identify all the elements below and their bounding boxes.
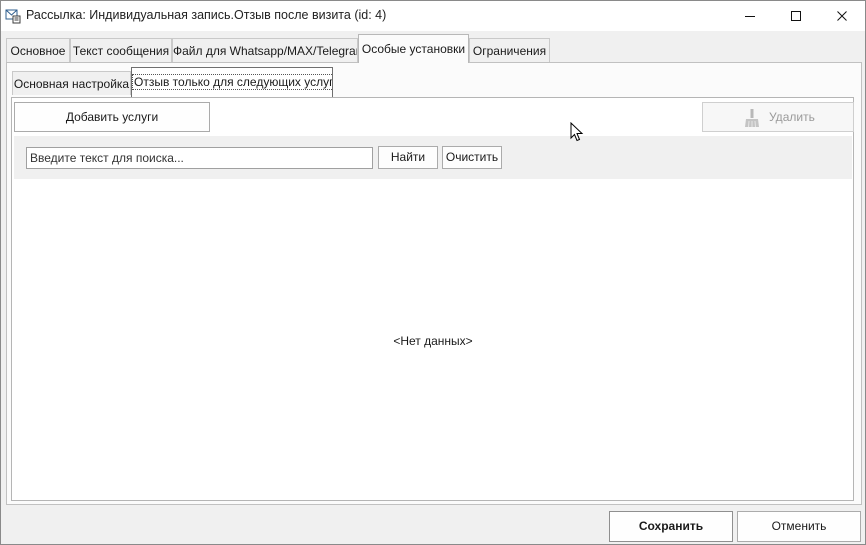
minimize-icon: [745, 16, 755, 17]
subtab-basic-settings[interactable]: Основная настройка: [12, 71, 131, 95]
services-grid[interactable]: <Нет данных>: [14, 180, 852, 498]
mail-settings-icon: [5, 9, 21, 24]
services-panel: Добавить услуги Удалить Найти Очистить <…: [11, 97, 854, 501]
broom-icon: [745, 109, 759, 128]
clear-button[interactable]: Очистить: [442, 146, 502, 169]
find-button[interactable]: Найти: [378, 146, 438, 169]
save-button[interactable]: Сохранить: [609, 511, 733, 542]
sub-tabs: Основная настройка Отзыв только для след…: [6, 65, 862, 97]
tab-special-settings[interactable]: Особые установки: [358, 34, 469, 63]
add-services-button[interactable]: Добавить услуги: [14, 102, 210, 132]
tab-file-messengers[interactable]: Файл для Whatsapp/MAX/Telegram: [172, 38, 358, 62]
search-input[interactable]: [26, 147, 373, 169]
search-panel: Найти Очистить: [14, 136, 852, 179]
dialog-window: Рассылка: Индивидуальная запись.Отзыв по…: [0, 0, 866, 545]
minimize-button[interactable]: [727, 1, 773, 31]
tab-basic[interactable]: Основное: [6, 38, 70, 62]
tab-restrictions[interactable]: Ограничения: [469, 38, 550, 62]
subtab-review-services[interactable]: Отзыв только для следующих услуг: [131, 67, 333, 97]
close-icon: [837, 11, 847, 21]
delete-button[interactable]: Удалить: [702, 102, 854, 132]
title-bar[interactable]: Рассылка: Индивидуальная запись.Отзыв по…: [1, 1, 865, 31]
empty-grid-text: <Нет данных>: [393, 334, 473, 348]
maximize-button[interactable]: [773, 1, 819, 31]
tab-message-text[interactable]: Текст сообщения: [70, 38, 172, 62]
subtab-review-services-label: Отзыв только для следующих услуг: [132, 74, 332, 90]
cancel-button[interactable]: Отменить: [737, 511, 861, 542]
maximize-icon: [791, 11, 801, 21]
close-button[interactable]: [819, 1, 865, 31]
delete-button-label: Удалить: [769, 110, 815, 124]
mouse-cursor-icon: [570, 122, 584, 142]
window-title: Рассылка: Индивидуальная запись.Отзыв по…: [26, 8, 387, 22]
main-tabs: Основное Текст сообщения Файл для Whatsa…: [1, 31, 865, 63]
